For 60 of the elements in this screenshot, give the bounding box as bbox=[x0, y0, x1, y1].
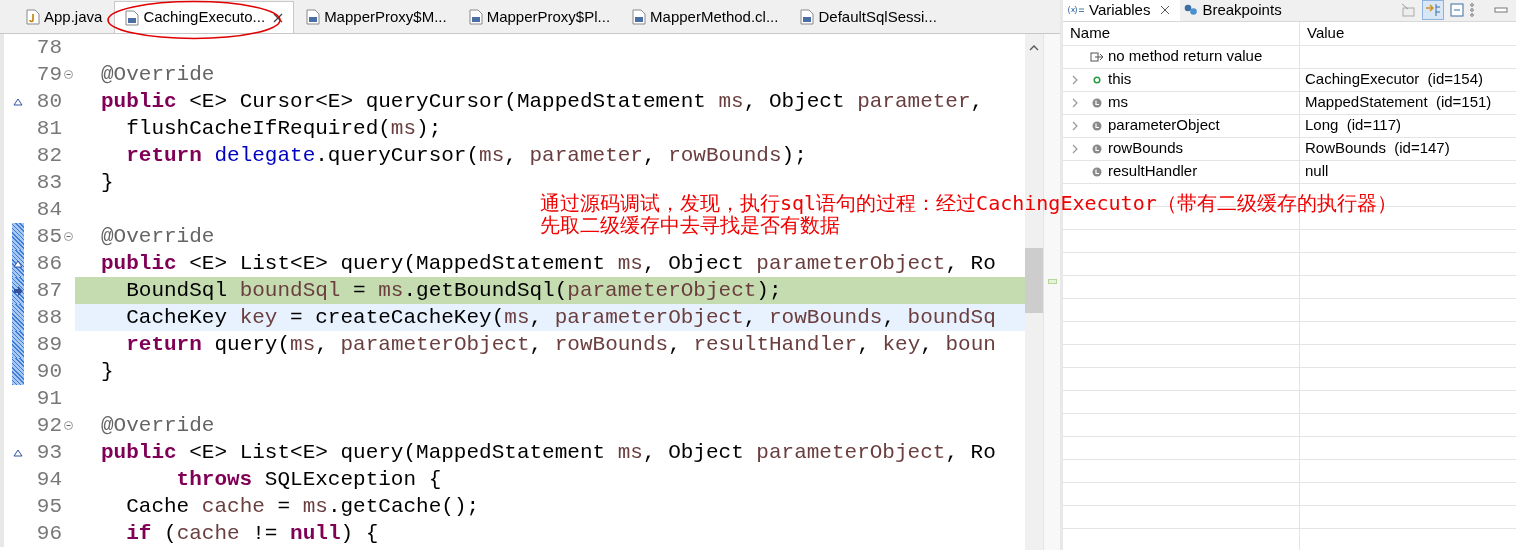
column-header[interactable]: Name bbox=[1070, 22, 1110, 45]
line-number: 85 bbox=[36, 224, 62, 250]
variable-name: this bbox=[1108, 69, 1132, 90]
code-line: throws SQLException { bbox=[175, 467, 442, 493]
tab-label: Breakpoints bbox=[1202, 0, 1282, 20]
annotation-text: 通过源码调试，发现，执行sql语句的过程：经过CachingExecutor（带有二级缓存的执行器） bbox=[540, 192, 1397, 214]
line-number: 87 bbox=[36, 278, 62, 304]
line-number: 96 bbox=[36, 521, 62, 547]
line-number: 95 bbox=[36, 494, 62, 520]
line-number: 82 bbox=[36, 143, 62, 169]
annotation-text: 先取二级缓存中去寻找是否有数据 bbox=[540, 214, 841, 236]
code-line: return delegate.queryCursor(ms, parameter, rowBounds); bbox=[125, 143, 807, 169]
code-line: } bbox=[101, 170, 114, 196]
editor-tab[interactable]: CachingExecuto... bbox=[114, 1, 295, 33]
code-line: return query(ms, parameterObject, rowBounds, resultHandler, key, boun bbox=[125, 332, 996, 358]
line-number: 93 bbox=[36, 440, 62, 466]
code-line: @Override bbox=[101, 413, 215, 439]
variable-value: null bbox=[1305, 161, 1329, 182]
line-number: 88 bbox=[36, 305, 62, 331]
code-line: @Override bbox=[101, 62, 215, 88]
tab-label: DefaultSqlSessi... bbox=[818, 6, 937, 27]
variable-value: CachingExecutor (id=154) bbox=[1305, 69, 1483, 90]
line-number: 83 bbox=[36, 170, 62, 196]
line-number: 81 bbox=[36, 116, 62, 142]
tab-label: MapperMethod.cl... bbox=[650, 6, 779, 27]
line-number: 90 bbox=[36, 359, 62, 385]
line-number: 78 bbox=[36, 35, 62, 61]
code-line: Cache cache = ms.getCache(); bbox=[125, 494, 480, 520]
panel-tab[interactable]: Variables bbox=[1063, 0, 1181, 21]
code-line: flushCacheIfRequired(ms); bbox=[125, 116, 442, 142]
variable-name: parameterObject bbox=[1108, 115, 1220, 136]
tab-label: MapperProxy$Pl... bbox=[486, 6, 611, 27]
line-number: 89 bbox=[36, 332, 62, 358]
code-line: public <E> List<E> query(MappedStatement ms, Object parameterObject, Ro bbox=[101, 251, 996, 277]
variable-name: resultHandler bbox=[1108, 161, 1198, 182]
column-header[interactable]: Value bbox=[1307, 22, 1345, 45]
code-line: if (cache != null) { bbox=[125, 521, 379, 547]
code-line: public <E> List<E> query(MappedStatement ms, Object parameterObject, Ro bbox=[101, 440, 996, 466]
variable-value: RowBounds (id=147) bbox=[1305, 138, 1450, 159]
code-line: } bbox=[101, 359, 114, 385]
tab-label: App.java bbox=[44, 6, 103, 27]
line-number: 79 bbox=[36, 62, 62, 88]
tab-label: MapperProxy$M... bbox=[324, 6, 447, 27]
code-line: public <E> Cursor<E> queryCursor(MappedStatement ms, Object parameter, bbox=[101, 89, 984, 115]
line-number: 94 bbox=[36, 467, 62, 493]
line-number: 80 bbox=[36, 89, 62, 115]
line-number: 91 bbox=[36, 386, 62, 412]
variable-name: ms bbox=[1108, 92, 1128, 113]
tab-label: Variables bbox=[1089, 0, 1151, 20]
variable-name: rowBounds bbox=[1108, 138, 1184, 159]
line-number: 84 bbox=[36, 197, 62, 223]
code-line: BoundSql boundSql = ms.getBoundSql(parameterObject); bbox=[125, 278, 782, 304]
line-number: 86 bbox=[36, 251, 62, 277]
code-line: @Override bbox=[101, 224, 215, 250]
variable-name: no method return value bbox=[1108, 46, 1263, 67]
tab-label: CachingExecuto... bbox=[143, 7, 266, 28]
line-number: 92 bbox=[36, 413, 62, 439]
variable-value: MappedStatement (id=151) bbox=[1305, 92, 1492, 113]
variable-value: Long (id=117) bbox=[1305, 115, 1402, 136]
code-line: CacheKey key = createCacheKey(ms, parameterObject, rowBounds, boundSq bbox=[125, 305, 996, 331]
